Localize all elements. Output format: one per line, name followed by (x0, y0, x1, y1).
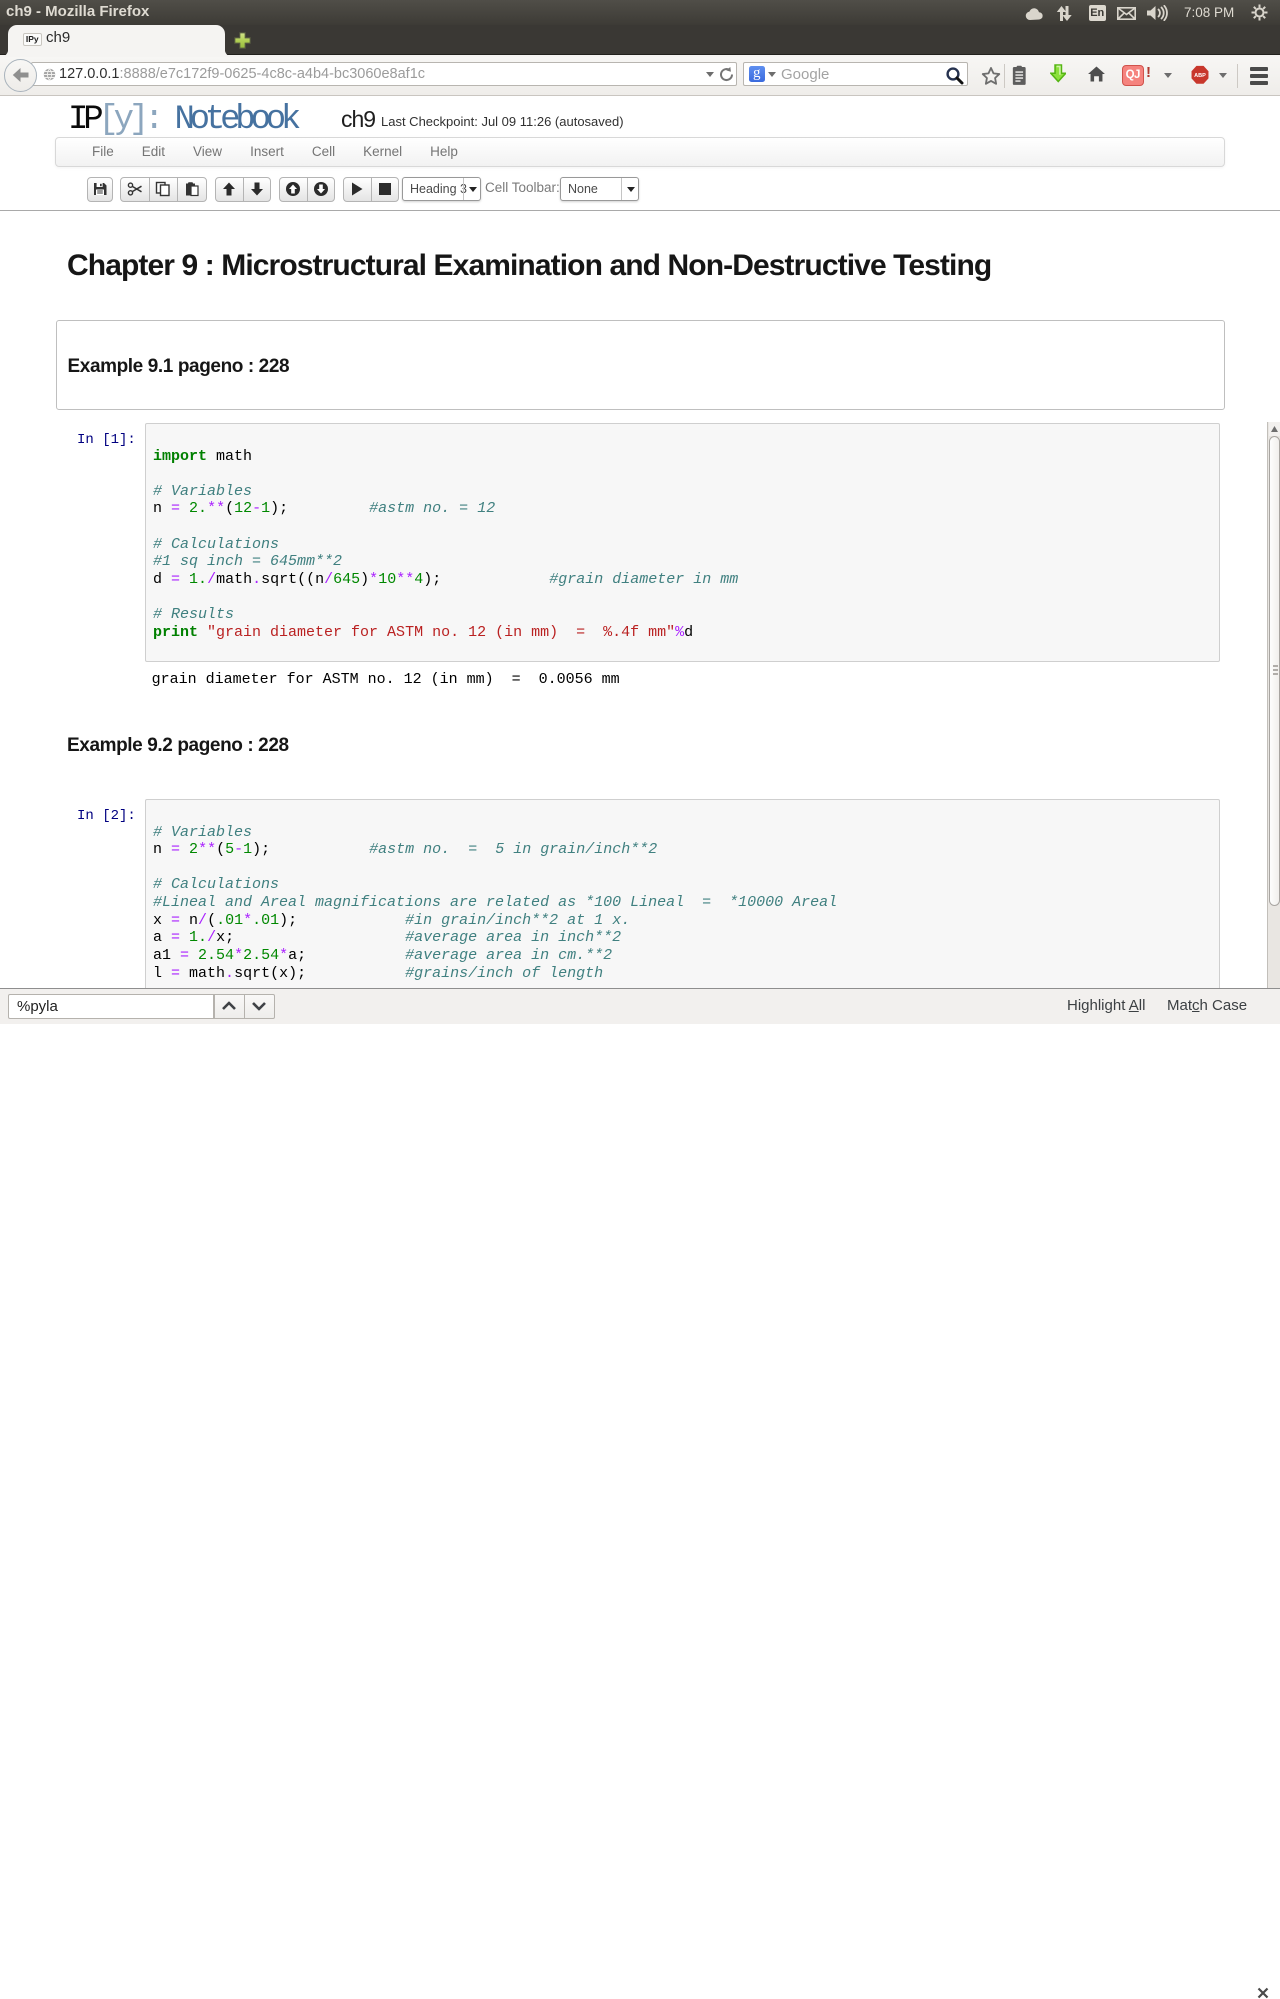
svg-text:ABP: ABP (1194, 73, 1206, 79)
